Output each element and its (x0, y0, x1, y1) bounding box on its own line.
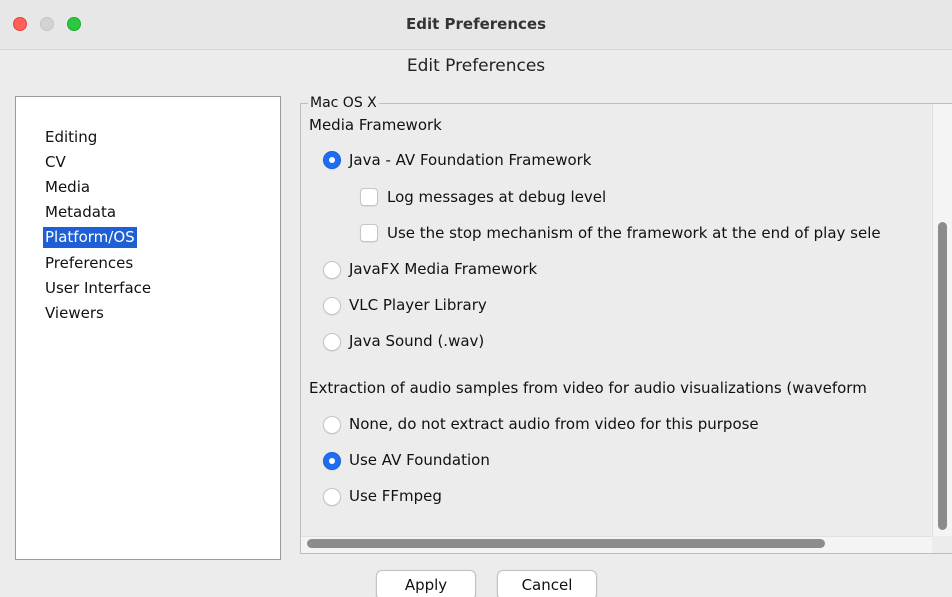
extraction-label: Extraction of audio samples from video f… (309, 379, 867, 397)
radio-use-av-foundation-label[interactable]: Use AV Foundation (349, 451, 490, 469)
radio-javafx-media-framework[interactable] (323, 261, 341, 279)
checkbox-log-debug[interactable] (360, 188, 378, 206)
radio-java-sound[interactable] (323, 333, 341, 351)
sidebar-item-platform-os[interactable]: Platform/OS (43, 227, 137, 248)
checkbox-stop-mechanism[interactable] (360, 224, 378, 242)
sidebar-item-preferences[interactable]: Preferences (43, 253, 135, 274)
category-list: Editing CV Media Metadata Platform/OS Pr… (15, 96, 281, 560)
sidebar-item-editing[interactable]: Editing (43, 127, 99, 148)
radio-javafx-media-framework-label[interactable]: JavaFX Media Framework (349, 260, 537, 278)
sidebar-item-cv[interactable]: CV (43, 152, 68, 173)
radio-vlc-player-library[interactable] (323, 297, 341, 315)
checkbox-log-debug-label[interactable]: Log messages at debug level (387, 188, 606, 206)
radio-use-av-foundation[interactable] (323, 452, 341, 470)
sidebar-item-media[interactable]: Media (43, 177, 92, 198)
horizontal-scrollbar-thumb[interactable] (307, 539, 825, 548)
page-title: Edit Preferences (406, 56, 546, 76)
settings-scroll-content: Media Framework Java - AV Foundation Fra… (300, 104, 932, 536)
radio-av-foundation-framework[interactable] (323, 151, 341, 169)
sidebar-item-user-interface[interactable]: User Interface (43, 278, 153, 299)
radio-use-ffmpeg-label[interactable]: Use FFmpeg (349, 487, 442, 505)
apply-button[interactable]: Apply (376, 570, 476, 597)
radio-use-ffmpeg[interactable] (323, 488, 341, 506)
title-bar: Edit Preferences (0, 0, 952, 50)
radio-av-foundation-framework-label[interactable]: Java - AV Foundation Framework (349, 151, 592, 169)
radio-no-extraction[interactable] (323, 416, 341, 434)
checkbox-stop-mechanism-label[interactable]: Use the stop mechanism of the framework … (387, 224, 881, 242)
sidebar-item-viewers[interactable]: Viewers (43, 303, 106, 324)
sidebar-item-metadata[interactable]: Metadata (43, 202, 118, 223)
vertical-scrollbar-thumb[interactable] (938, 222, 947, 530)
radio-java-sound-label[interactable]: Java Sound (.wav) (349, 332, 484, 350)
cancel-button[interactable]: Cancel (497, 570, 597, 597)
window-title: Edit Preferences (405, 15, 547, 33)
media-framework-label: Media Framework (309, 116, 442, 134)
radio-no-extraction-label[interactable]: None, do not extract audio from video fo… (349, 415, 759, 433)
radio-vlc-player-library-label[interactable]: VLC Player Library (349, 296, 487, 314)
